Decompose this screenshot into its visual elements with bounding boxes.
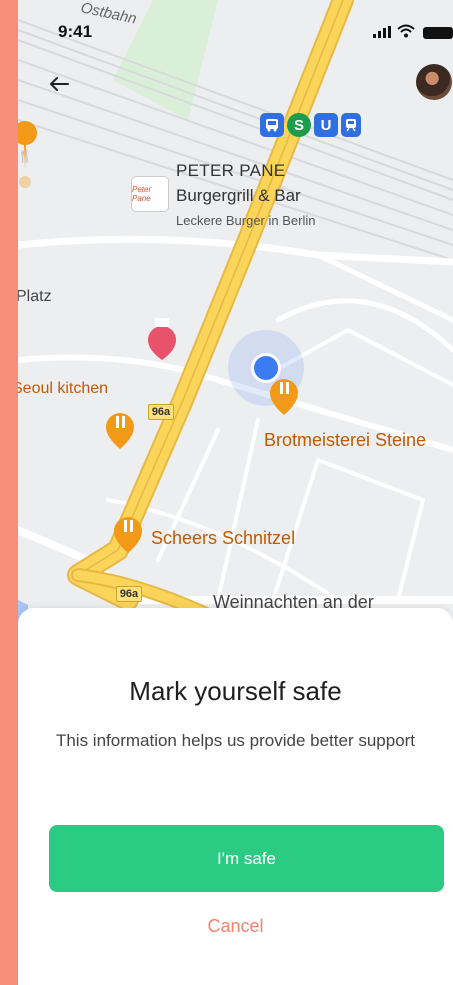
road-number-badge: 96a: [148, 404, 174, 420]
road-number-badge: 96a: [116, 586, 142, 602]
phone-screen: 🍴 Ostbahn S U Peter Pane PETER PANE Burg…: [18, 0, 453, 985]
im-safe-button[interactable]: I'm safe: [49, 825, 444, 892]
map-label-platz: Platz: [18, 288, 52, 305]
map-label-brotmeisterei[interactable]: Brotmeisterei Steine: [264, 430, 426, 451]
wifi-icon: [397, 24, 415, 43]
cancel-button[interactable]: Cancel: [18, 916, 453, 937]
peter-pane-logo[interactable]: Peter Pane: [131, 176, 169, 212]
mark-safe-sheet: Mark yourself safe This information help…: [18, 608, 453, 985]
current-location-dot: [254, 356, 278, 380]
peter-pane-logo-text: Peter Pane: [132, 185, 152, 203]
arrow-left-icon: [49, 77, 69, 91]
map-label-seoul-kitchen[interactable]: Seoul kitchen: [18, 380, 108, 398]
status-bar: 9:41: [18, 0, 453, 44]
bus-icon: [260, 113, 284, 137]
map-label-scheers-schnitzel[interactable]: Scheers Schnitzel: [151, 528, 295, 549]
avatar[interactable]: [416, 64, 452, 100]
sheet-title: Mark yourself safe: [129, 676, 342, 706]
poi-category: Burgergrill & Bar: [176, 186, 301, 205]
poi-tagline: Leckere Burger in Berlin: [176, 213, 316, 228]
signal-icon: [373, 25, 391, 43]
train-icon: [341, 113, 361, 137]
sheet-description: This information helps us provide better…: [55, 731, 416, 750]
poi-name[interactable]: PETER PANE: [176, 161, 285, 181]
transit-icons[interactable]: S U: [260, 113, 361, 137]
sbahn-icon: S: [287, 113, 311, 137]
svg-text:🍴: 🍴: [18, 149, 32, 163]
battery-icon: [423, 26, 453, 44]
back-button[interactable]: [45, 70, 73, 98]
status-time: 9:41: [58, 22, 93, 41]
ubahn-icon: U: [314, 113, 338, 137]
